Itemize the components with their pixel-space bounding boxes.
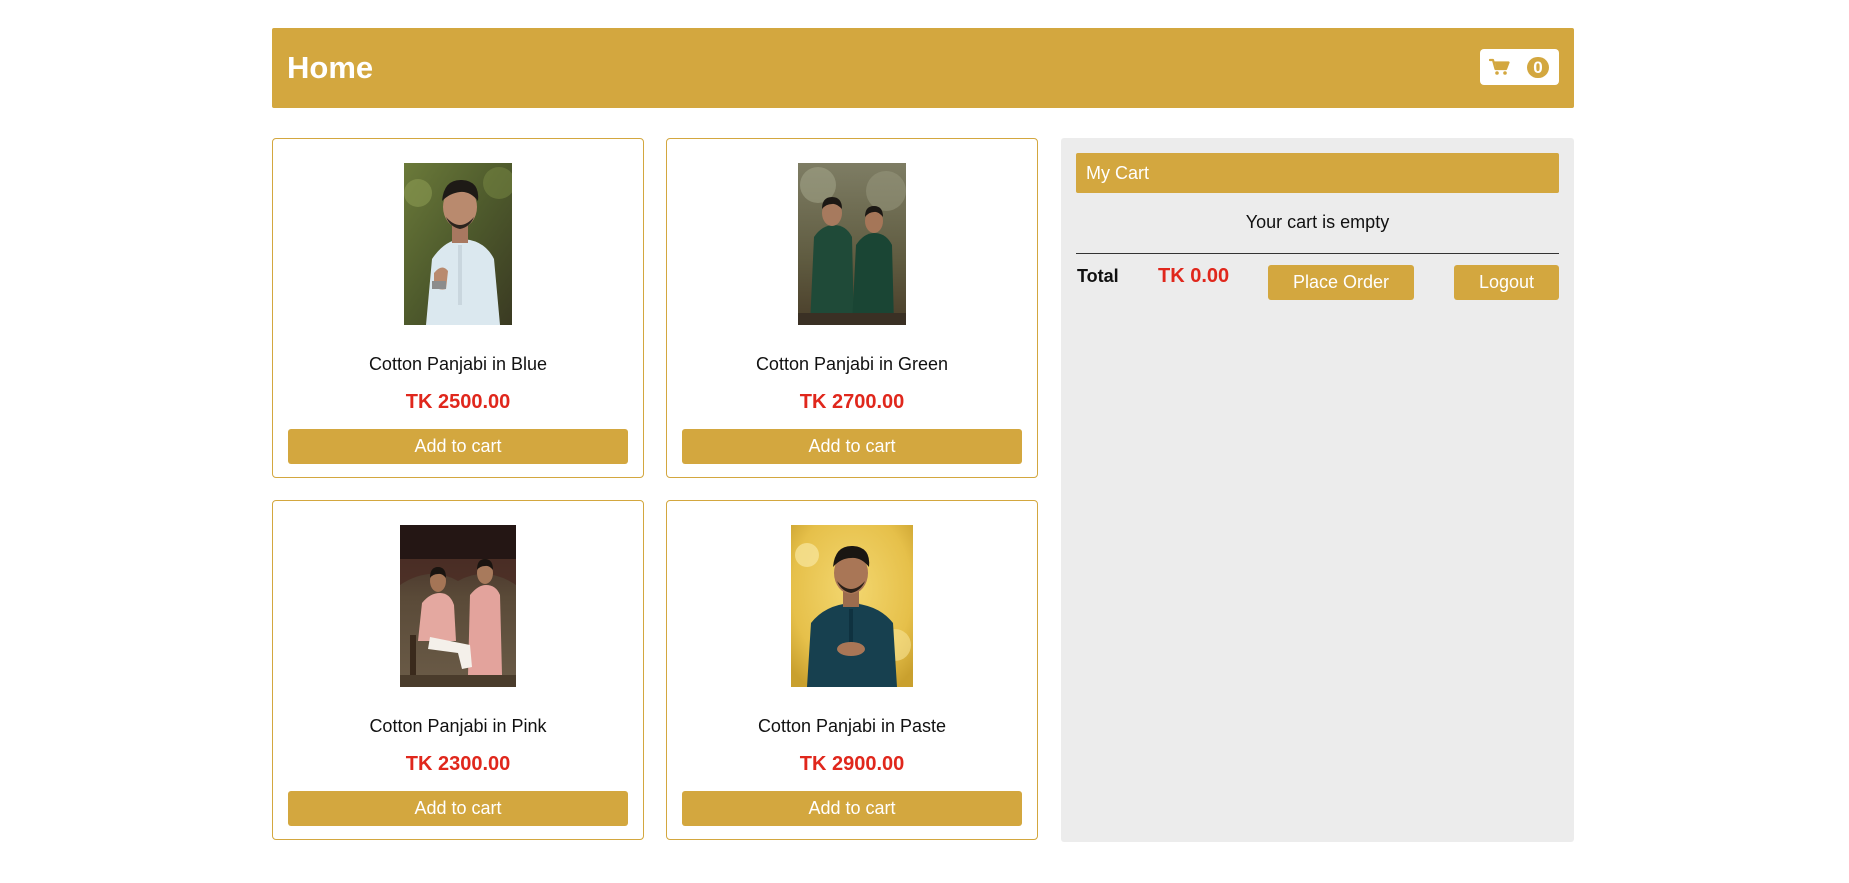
page-title: Home [287,50,374,85]
product-card: Cotton Panjabi in Pink TK 2300.00 Add to… [272,500,644,840]
product-name: Cotton Panjabi in Blue [368,354,548,374]
total-value: TK 0.00 [1158,265,1230,287]
product-image-paste [791,525,913,687]
add-to-cart-button[interactable]: Add to cart [288,791,628,826]
header-bar: Home 0 [272,28,1574,108]
cart-button[interactable]: 0 [1480,49,1559,85]
product-card: Cotton Panjabi in Green TK 2700.00 Add t… [666,138,1038,478]
product-price: TK 2500.00 [405,391,511,413]
cart-empty-message: Your cart is empty [1245,212,1390,232]
app-root: Home 0 Cotton Panjabi in Blue TK 2500.00… [0,0,1849,883]
product-price: TK 2700.00 [799,391,905,413]
product-card: Cotton Panjabi in Paste TK 2900.00 Add t… [666,500,1038,840]
product-image-blue [404,163,512,325]
product-price: TK 2300.00 [405,753,511,775]
add-to-cart-button[interactable]: Add to cart [288,429,628,464]
place-order-button[interactable]: Place Order [1268,265,1414,300]
product-card: Cotton Panjabi in Blue TK 2500.00 Add to… [272,138,644,478]
product-image-pink [400,525,516,687]
cart-title: My Cart [1086,163,1149,183]
cart-divider [1076,253,1559,254]
cart-count-badge: 0 [1527,57,1549,78]
cart-panel: My Cart Your cart is empty Total TK 0.00… [1061,138,1574,842]
product-name: Cotton Panjabi in Green [755,354,949,374]
add-to-cart-button[interactable]: Add to cart [682,791,1022,826]
product-image-green [798,163,906,325]
shopping-cart-icon [1489,58,1510,75]
product-name: Cotton Panjabi in Pink [369,716,547,736]
product-name: Cotton Panjabi in Paste [757,716,947,736]
add-to-cart-button[interactable]: Add to cart [682,429,1022,464]
logout-button[interactable]: Logout [1454,265,1559,300]
product-price: TK 2900.00 [799,753,905,775]
total-label: Total [1077,266,1119,286]
cart-title-bar: My Cart [1076,153,1559,193]
